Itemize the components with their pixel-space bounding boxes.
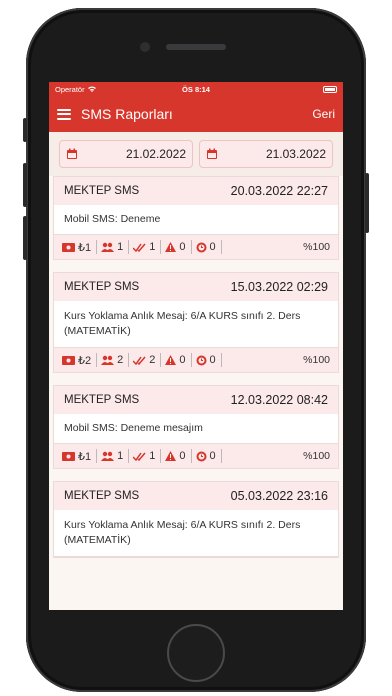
report-message: Mobil SMS: Deneme mesajım (54, 414, 338, 444)
money-icon (62, 355, 75, 365)
cost-value: ₺1 (78, 450, 92, 463)
report-source: MEKTEP SMS (64, 394, 140, 406)
report-message: Kurs Yoklama Anlık Mesaj: 6/A KURS sınıf… (54, 301, 338, 348)
end-date-picker[interactable]: 21.03.2022 (199, 140, 333, 168)
hamburger-icon[interactable] (57, 108, 71, 120)
report-card[interactable]: MEKTEP SMS 15.03.2022 02:29 Kurs Yoklama… (53, 272, 339, 373)
clock-icon (196, 355, 207, 366)
report-header: MEKTEP SMS 20.03.2022 22:27 (54, 177, 338, 205)
start-date-picker[interactable]: 21.02.2022 (59, 140, 193, 168)
users-icon (101, 355, 115, 365)
calendar-icon (206, 148, 218, 160)
speaker-grille (166, 44, 226, 50)
money-icon (62, 242, 75, 252)
report-card[interactable]: MEKTEP SMS 12.03.2022 08:42 Mobil SMS: D… (53, 385, 339, 469)
pending-value: 0 (209, 241, 216, 253)
app-header: SMS Raporları Geri (49, 96, 343, 132)
clock-label: ÖS 8:14 (182, 84, 210, 94)
double-check-icon (133, 356, 146, 365)
report-stats: ₺1 1 1 0 0 %100 (54, 235, 338, 259)
money-icon (62, 451, 75, 461)
report-datetime: 15.03.2022 02:29 (230, 280, 328, 294)
end-date-value: 21.03.2022 (265, 147, 326, 161)
pending-value: 0 (209, 450, 216, 462)
recipients-value: 2 (117, 354, 124, 366)
date-filter-bar: 21.02.2022 21.03.2022 (49, 132, 343, 176)
double-check-icon (133, 243, 146, 252)
delivered-value: 1 (149, 450, 156, 462)
users-icon (101, 451, 115, 461)
report-stats: ₺1 1 1 0 0 %100 (54, 444, 338, 468)
success-rate: %100 (303, 450, 330, 462)
report-source: MEKTEP SMS (64, 490, 140, 502)
report-message: Kurs Yoklama Anlık Mesaj: 6/A KURS sınıf… (54, 510, 338, 557)
cost-value: ₺1 (78, 241, 92, 254)
battery-icon (323, 85, 337, 93)
app-screen: Operatör ÖS 8:14 SMS Raporları Geri 21.0… (49, 82, 343, 610)
back-button[interactable]: Geri (312, 107, 335, 121)
report-stats: ₺2 2 2 0 0 %100 (54, 348, 338, 372)
warning-icon (165, 242, 177, 252)
recipients-value: 1 (117, 241, 124, 253)
report-card[interactable]: MEKTEP SMS 20.03.2022 22:27 Mobil SMS: D… (53, 176, 339, 260)
page-title: SMS Raporları (81, 106, 173, 122)
report-datetime: 12.03.2022 08:42 (230, 393, 328, 407)
failed-value: 0 (179, 241, 186, 253)
cost-value: ₺2 (78, 354, 92, 367)
clock-icon (196, 451, 207, 462)
report-datetime: 05.03.2022 23:16 (230, 489, 328, 503)
clock-icon (196, 242, 207, 253)
report-header: MEKTEP SMS 15.03.2022 02:29 (54, 273, 338, 301)
users-icon (101, 242, 115, 252)
warning-icon (165, 451, 177, 461)
double-check-icon (133, 452, 146, 461)
delivered-value: 2 (149, 354, 156, 366)
failed-value: 0 (179, 354, 186, 366)
report-header: MEKTEP SMS 12.03.2022 08:42 (54, 386, 338, 414)
report-datetime: 20.03.2022 22:27 (230, 184, 328, 198)
front-camera (140, 42, 150, 52)
status-bar: Operatör ÖS 8:14 (49, 82, 343, 96)
report-source: MEKTEP SMS (64, 281, 140, 293)
start-date-value: 21.02.2022 (125, 147, 186, 161)
recipients-value: 1 (117, 450, 124, 462)
success-rate: %100 (303, 354, 330, 366)
report-card[interactable]: MEKTEP SMS 05.03.2022 23:16 Kurs Yoklama… (53, 481, 339, 558)
success-rate: %100 (303, 241, 330, 253)
report-source: MEKTEP SMS (64, 185, 140, 197)
warning-icon (165, 355, 177, 365)
delivered-value: 1 (149, 241, 156, 253)
calendar-icon (66, 148, 78, 160)
sms-report-list[interactable]: MEKTEP SMS 20.03.2022 22:27 Mobil SMS: D… (49, 176, 343, 610)
failed-value: 0 (179, 450, 186, 462)
home-button[interactable] (167, 624, 225, 682)
report-message: Mobil SMS: Deneme (54, 205, 338, 235)
pending-value: 0 (209, 354, 216, 366)
report-header: MEKTEP SMS 05.03.2022 23:16 (54, 482, 338, 510)
